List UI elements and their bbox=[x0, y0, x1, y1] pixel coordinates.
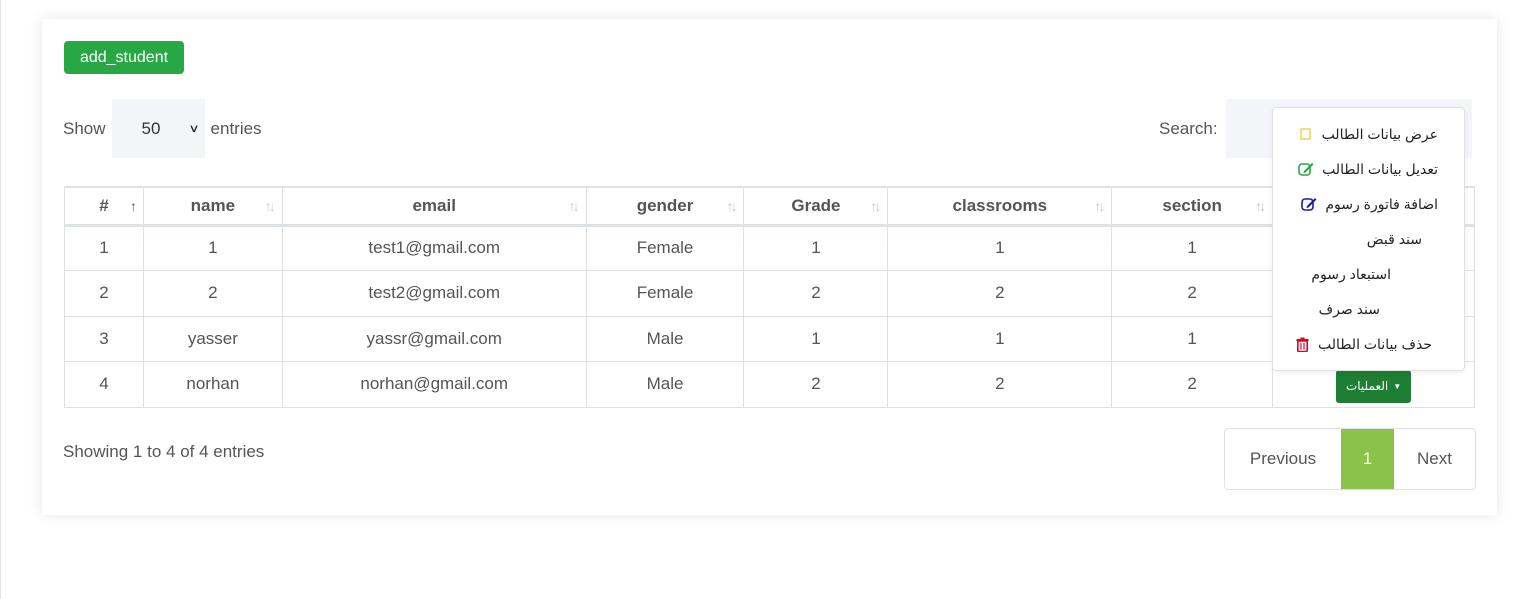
table-header-row: # ↑ name ↑↓ email ↑↓ gender ↑↓ Grade ↑↓ class… bbox=[64, 186, 1475, 227]
menu-item-delete-student[interactable]: حذف بيانات الطالب bbox=[1294, 329, 1432, 359]
sort-icon: ↑↓ bbox=[726, 198, 737, 214]
cell-section: 2 bbox=[1111, 361, 1274, 408]
entries-select[interactable]: 50 ∨ bbox=[111, 99, 205, 158]
menu-item-label: استبعاد رسوم bbox=[1311, 265, 1391, 282]
cell-grade: 1 bbox=[743, 315, 889, 362]
caret-down-icon: ▼ bbox=[1393, 381, 1402, 391]
menu-item-receipt-voucher[interactable]: سند قبض bbox=[1367, 224, 1422, 254]
operations-dropdown-button[interactable]: العمليات ▼ bbox=[1336, 369, 1412, 403]
add-student-button[interactable]: add_student bbox=[64, 41, 184, 74]
pagination: Previous 1 Next bbox=[1224, 428, 1476, 490]
trash-icon bbox=[1294, 336, 1310, 352]
cell-name: 1 bbox=[142, 224, 283, 271]
menu-item-label: اضافة فاتورة رسوم bbox=[1325, 195, 1438, 212]
cell-email: norhan@gmail.com bbox=[281, 361, 587, 408]
column-header-name[interactable]: name ↑↓ bbox=[142, 186, 283, 227]
edit-icon bbox=[1298, 161, 1314, 177]
cell-classroom: 2 bbox=[887, 270, 1113, 317]
entries-label: entries bbox=[210, 118, 262, 138]
cell-email: test1@gmail.com bbox=[281, 224, 587, 271]
cell-number: 4 bbox=[64, 361, 144, 408]
table-row: 4 norhan norhan@gmail.com Male 2 2 2 الع… bbox=[64, 361, 1475, 408]
menu-item-exclude-fees[interactable]: استبعاد رسوم bbox=[1311, 259, 1391, 289]
sort-icon: ↑↓ bbox=[1094, 198, 1105, 214]
cell-grade: 2 bbox=[743, 270, 889, 317]
cell-name: norhan bbox=[142, 361, 283, 408]
operations-label: العمليات bbox=[1345, 379, 1389, 394]
cell-name: 2 bbox=[142, 270, 283, 317]
cell-classroom: 1 bbox=[887, 224, 1113, 271]
column-header-classrooms[interactable]: classrooms ↑↓ bbox=[887, 186, 1113, 227]
cell-section: 1 bbox=[1111, 315, 1274, 362]
cell-email: test2@gmail.com bbox=[281, 270, 587, 317]
menu-item-label: تعديل بيانات الطالب bbox=[1322, 160, 1438, 177]
cell-number: 2 bbox=[64, 270, 144, 317]
chevron-down-icon: ∨ bbox=[188, 123, 201, 135]
previous-page-button[interactable]: Previous bbox=[1225, 429, 1341, 489]
column-header-email[interactable]: email ↑↓ bbox=[281, 186, 587, 227]
cell-email: yassr@gmail.com bbox=[281, 315, 587, 362]
sort-icon: ↑↓ bbox=[1255, 198, 1266, 214]
column-header-grade[interactable]: Grade ↑↓ bbox=[743, 186, 889, 227]
menu-item-payment-voucher[interactable]: سند صرف bbox=[1319, 294, 1380, 324]
menu-item-label: حذف بيانات الطالب bbox=[1318, 335, 1432, 352]
sort-asc-icon: ↑ bbox=[129, 198, 137, 214]
sort-icon: ↑↓ bbox=[568, 198, 580, 214]
cell-section: 2 bbox=[1111, 270, 1274, 317]
page-1-button[interactable]: 1 bbox=[1341, 429, 1394, 489]
next-page-button[interactable]: Next bbox=[1394, 429, 1475, 489]
sort-icon: ↑↓ bbox=[870, 198, 881, 214]
table-row: 2 2 test2@gmail.com Female 2 2 2 bbox=[64, 270, 1475, 317]
entries-length-control: Show 50 ∨ entries bbox=[63, 99, 262, 158]
menu-item-add-fee-invoice[interactable]: اضافة فاتورة رسوم bbox=[1301, 189, 1438, 219]
cell-gender: Female bbox=[585, 224, 745, 271]
cell-classroom: 1 bbox=[887, 315, 1113, 362]
column-header-number[interactable]: # ↑ bbox=[64, 186, 144, 227]
page-border bbox=[0, 0, 1, 599]
table-row: 3 yasser yassr@gmail.com Male 1 1 1 bbox=[64, 315, 1475, 362]
show-label: Show bbox=[63, 118, 106, 138]
cell-number: 1 bbox=[64, 224, 144, 271]
column-header-section[interactable]: section ↑↓ bbox=[1111, 186, 1274, 227]
column-header-gender[interactable]: gender ↑↓ bbox=[585, 186, 745, 227]
entries-select-value: 50 bbox=[141, 118, 161, 138]
table-info: Showing 1 to 4 of 4 entries bbox=[63, 442, 265, 461]
cell-name: yasser bbox=[142, 315, 283, 362]
view-icon bbox=[1298, 126, 1314, 142]
menu-item-label: سند قبض bbox=[1366, 230, 1422, 247]
cell-grade: 1 bbox=[743, 224, 889, 271]
table-row: 1 1 test1@gmail.com Female 1 1 1 bbox=[64, 224, 1475, 271]
cell-section: 1 bbox=[1111, 224, 1274, 271]
menu-item-label: عرض بيانات الطالب bbox=[1321, 125, 1438, 142]
operations-dropdown-menu: عرض بيانات الطالب تعديل بيانات الطالب اض… bbox=[1272, 107, 1465, 371]
menu-item-label: سند صرف bbox=[1318, 300, 1380, 317]
menu-item-view-student[interactable]: عرض بيانات الطالب bbox=[1298, 119, 1438, 149]
cell-classroom: 2 bbox=[887, 361, 1113, 408]
cell-number: 3 bbox=[64, 315, 144, 362]
cell-gender: Male bbox=[585, 361, 745, 408]
cell-gender: Female bbox=[585, 270, 745, 317]
menu-item-edit-student[interactable]: تعديل بيانات الطالب bbox=[1298, 154, 1438, 184]
edit-icon bbox=[1301, 196, 1317, 212]
cell-gender: Male bbox=[585, 315, 745, 362]
students-table: # ↑ name ↑↓ email ↑↓ gender ↑↓ Grade ↑↓ class… bbox=[64, 186, 1475, 408]
cell-grade: 2 bbox=[743, 361, 889, 408]
search-label: Search: bbox=[1159, 118, 1218, 138]
sort-icon: ↑↓ bbox=[264, 198, 276, 214]
